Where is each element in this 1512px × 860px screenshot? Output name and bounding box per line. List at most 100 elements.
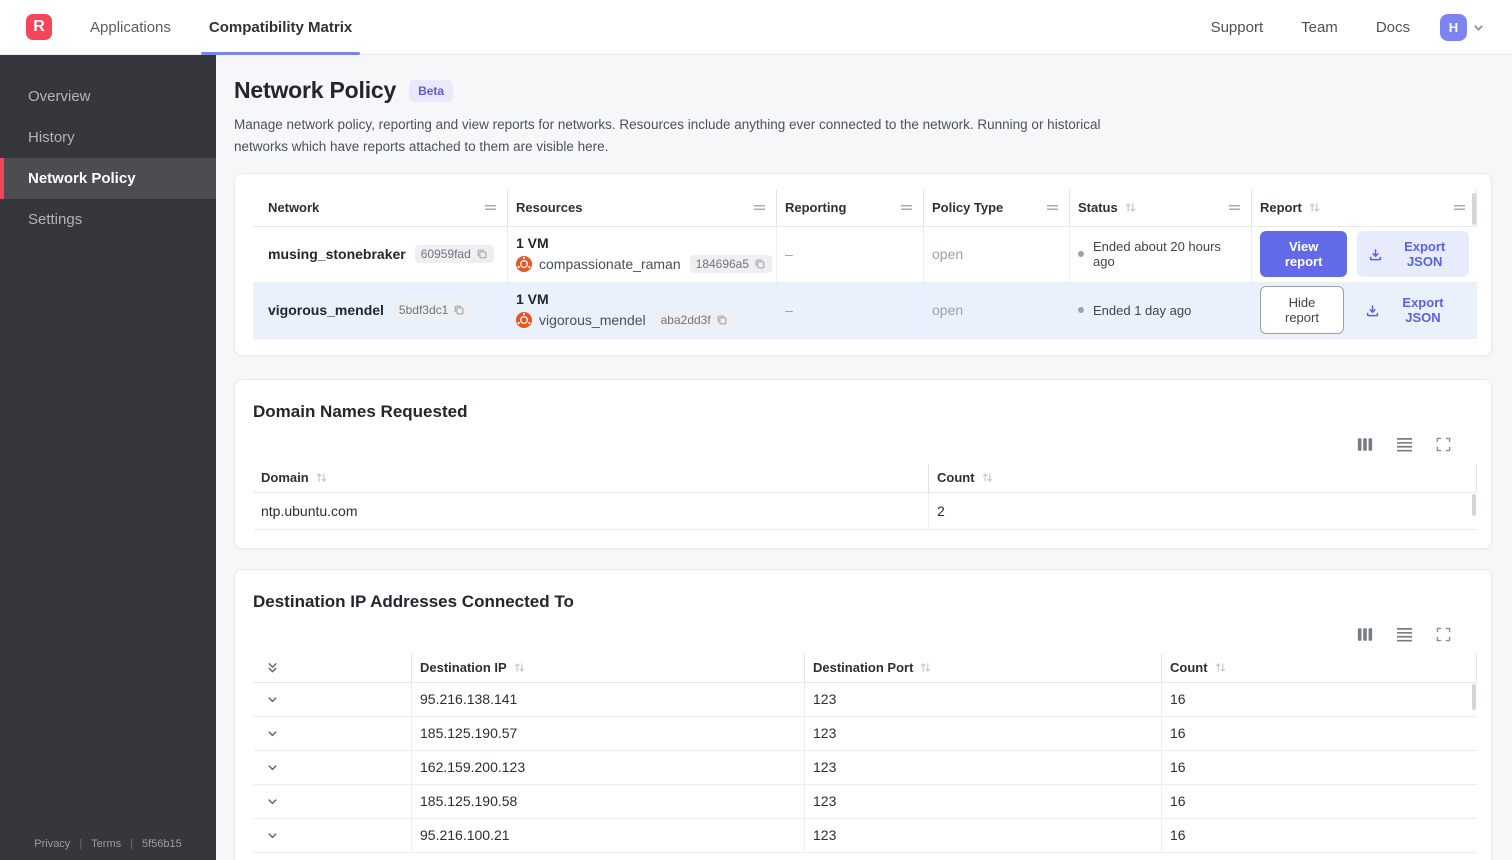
nav-link-team[interactable]: Team bbox=[1301, 19, 1338, 36]
copy-icon[interactable] bbox=[716, 314, 728, 326]
sidebar: Overview History Network Policy Settings… bbox=[0, 55, 216, 860]
fullscreen-icon[interactable] bbox=[1436, 437, 1451, 452]
privacy-link[interactable]: Privacy bbox=[34, 838, 70, 850]
tab-applications[interactable]: Applications bbox=[88, 0, 173, 55]
count-cell: 16 bbox=[1161, 682, 1477, 716]
column-header-status[interactable]: Status bbox=[1069, 189, 1251, 226]
columns-icon[interactable] bbox=[1357, 437, 1373, 452]
sidebar-item-settings[interactable]: Settings bbox=[0, 199, 216, 240]
sort-icon[interactable] bbox=[919, 662, 932, 673]
networks-table-header: Network Resources Reporting Policy Type … bbox=[253, 189, 1477, 227]
scrollbar-thumb[interactable] bbox=[1472, 493, 1476, 516]
nav-link-support[interactable]: Support bbox=[1211, 19, 1264, 36]
chevron-down-icon[interactable] bbox=[266, 693, 279, 706]
brand-logo[interactable]: R bbox=[26, 14, 52, 40]
status-text: Ended 1 day ago bbox=[1093, 302, 1192, 318]
expand-cell bbox=[253, 683, 411, 716]
expand-all-header bbox=[253, 654, 411, 682]
sidebar-item-network-policy[interactable]: Network Policy bbox=[0, 158, 216, 199]
columns-icon[interactable] bbox=[1357, 627, 1373, 642]
column-resize-handle-icon[interactable] bbox=[1046, 203, 1059, 212]
destinations-table-header: Destination IP Destination Port Count bbox=[253, 653, 1477, 683]
chevron-down-icon[interactable] bbox=[266, 795, 279, 808]
chevron-down-icon[interactable] bbox=[266, 829, 279, 842]
networks-card: Network Resources Reporting Policy Type … bbox=[234, 172, 1492, 356]
export-json-button[interactable]: Export JSON bbox=[1354, 287, 1469, 333]
destination-ip-cell: 162.159.200.123 bbox=[411, 750, 804, 784]
table-toolbar bbox=[253, 437, 1475, 452]
copy-icon[interactable] bbox=[476, 248, 488, 260]
scrollbar-thumb[interactable] bbox=[1472, 683, 1476, 710]
nav-tabs: Applications Compatibility Matrix bbox=[88, 0, 388, 55]
sort-icon[interactable] bbox=[1124, 202, 1137, 213]
column-resize-handle-icon[interactable] bbox=[753, 203, 766, 212]
table-row: 185.125.190.57 123 16 bbox=[253, 716, 1477, 751]
destination-port-cell: 123 bbox=[804, 818, 1161, 852]
expand-cell bbox=[253, 751, 411, 784]
column-label: Report bbox=[1260, 200, 1302, 216]
hash-text: 184696a5 bbox=[695, 257, 750, 272]
column-resize-handle-icon[interactable] bbox=[1228, 203, 1241, 212]
row-density-icon[interactable] bbox=[1396, 437, 1413, 452]
domain-cell: ntp.ubuntu.com bbox=[261, 502, 358, 519]
column-header-count[interactable]: Count bbox=[1161, 653, 1477, 682]
avatar[interactable]: H bbox=[1440, 13, 1467, 41]
terms-link[interactable]: Terms bbox=[91, 838, 121, 850]
expand-cell bbox=[253, 785, 411, 818]
network-name: musing_stonebraker bbox=[268, 246, 406, 263]
copy-icon[interactable] bbox=[754, 258, 766, 270]
copy-icon[interactable] bbox=[453, 304, 465, 316]
sort-icon[interactable] bbox=[315, 472, 328, 483]
export-json-button[interactable]: Export JSON bbox=[1357, 231, 1469, 278]
count-cell: 16 bbox=[1161, 750, 1477, 784]
sidebar-item-overview[interactable]: Overview bbox=[0, 76, 216, 117]
table-row: 162.159.200.123 123 16 bbox=[253, 750, 1477, 785]
count-cell: 16 bbox=[1161, 716, 1477, 750]
column-resize-handle-icon[interactable] bbox=[900, 203, 913, 212]
sidebar-footer: Privacy | Terms | 5f56b15 bbox=[0, 838, 216, 850]
ubuntu-icon bbox=[516, 312, 532, 329]
column-label: Count bbox=[1170, 660, 1208, 676]
chevron-down-icon[interactable] bbox=[266, 761, 279, 774]
domains-table-header: Domain Count bbox=[253, 463, 1477, 493]
column-label: Domain bbox=[261, 470, 309, 486]
table-row: 185.125.190.58 123 16 bbox=[253, 784, 1477, 819]
page-title: Network Policy bbox=[234, 77, 397, 103]
column-header-destination-port[interactable]: Destination Port bbox=[804, 653, 1161, 682]
status-cell: Ended about 20 hours ago bbox=[1069, 226, 1251, 282]
column-header-count[interactable]: Count bbox=[928, 463, 1477, 492]
expand-all-icon[interactable] bbox=[266, 660, 279, 675]
destination-port-cell: 123 bbox=[804, 784, 1161, 818]
hash-text: 5bdf3dc1 bbox=[398, 303, 449, 318]
sidebar-item-history[interactable]: History bbox=[0, 117, 216, 158]
hide-report-button[interactable]: Hide report bbox=[1260, 286, 1344, 335]
tab-compatibility-matrix[interactable]: Compatibility Matrix bbox=[200, 0, 361, 55]
column-header-domain[interactable]: Domain bbox=[253, 464, 928, 492]
column-header-reporting: Reporting bbox=[776, 189, 923, 226]
status-text: Ended about 20 hours ago bbox=[1093, 239, 1221, 270]
chevron-down-icon[interactable] bbox=[1471, 20, 1486, 35]
sort-icon[interactable] bbox=[1214, 662, 1227, 673]
scrollbar-thumb[interactable] bbox=[1472, 192, 1476, 225]
chevron-down-icon[interactable] bbox=[266, 727, 279, 740]
sort-icon[interactable] bbox=[1308, 202, 1321, 213]
column-label: Policy Type bbox=[932, 200, 1004, 216]
sort-icon[interactable] bbox=[513, 662, 526, 673]
column-header-destination-ip[interactable]: Destination IP bbox=[411, 653, 804, 682]
view-report-button[interactable]: View report bbox=[1260, 231, 1348, 278]
fullscreen-icon[interactable] bbox=[1436, 627, 1451, 642]
hash-text: aba2dd3f bbox=[660, 313, 711, 328]
hash-badge: 60959fad bbox=[414, 245, 494, 264]
export-label: Export JSON bbox=[1402, 295, 1444, 326]
expand-cell bbox=[253, 819, 411, 852]
nav-link-docs[interactable]: Docs bbox=[1376, 19, 1410, 36]
page-description: Manage network policy, reporting and vie… bbox=[234, 117, 1101, 154]
sort-icon[interactable] bbox=[981, 472, 994, 483]
count-cell: 16 bbox=[1161, 784, 1477, 818]
column-resize-handle-icon[interactable] bbox=[484, 203, 497, 212]
column-header-report[interactable]: Report bbox=[1251, 189, 1477, 226]
build-hash: 5f56b15 bbox=[141, 838, 182, 850]
column-resize-handle-icon[interactable] bbox=[1453, 203, 1466, 212]
row-density-icon[interactable] bbox=[1396, 627, 1413, 642]
main-content: Network Policy Beta Manage network polic… bbox=[216, 55, 1512, 860]
